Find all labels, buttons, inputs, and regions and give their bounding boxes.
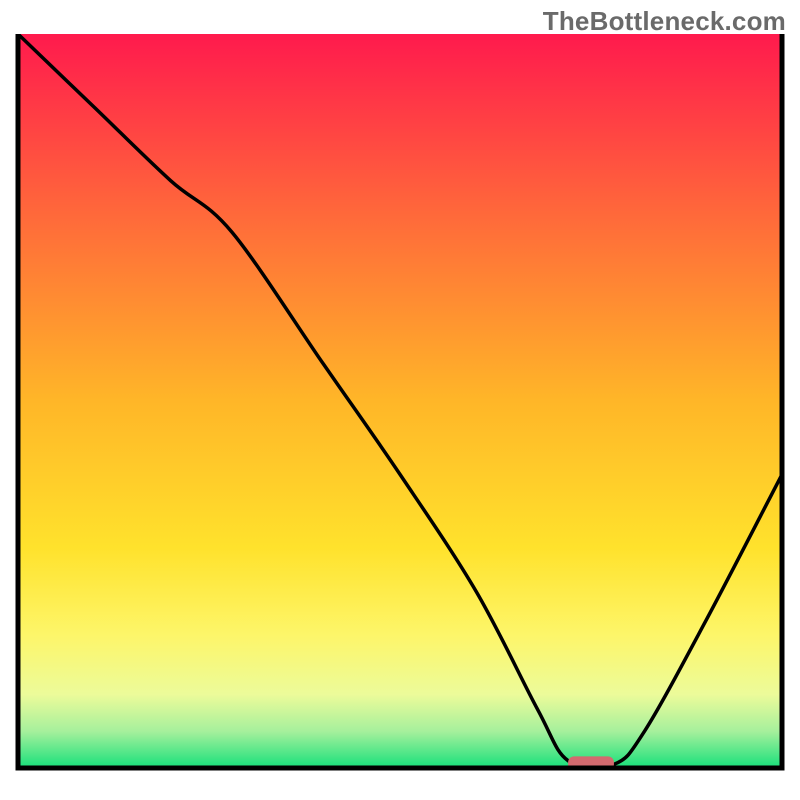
watermark-text: TheBottleneck.com <box>543 6 786 37</box>
bottleneck-chart <box>0 0 800 800</box>
chart-container: TheBottleneck.com <box>0 0 800 800</box>
